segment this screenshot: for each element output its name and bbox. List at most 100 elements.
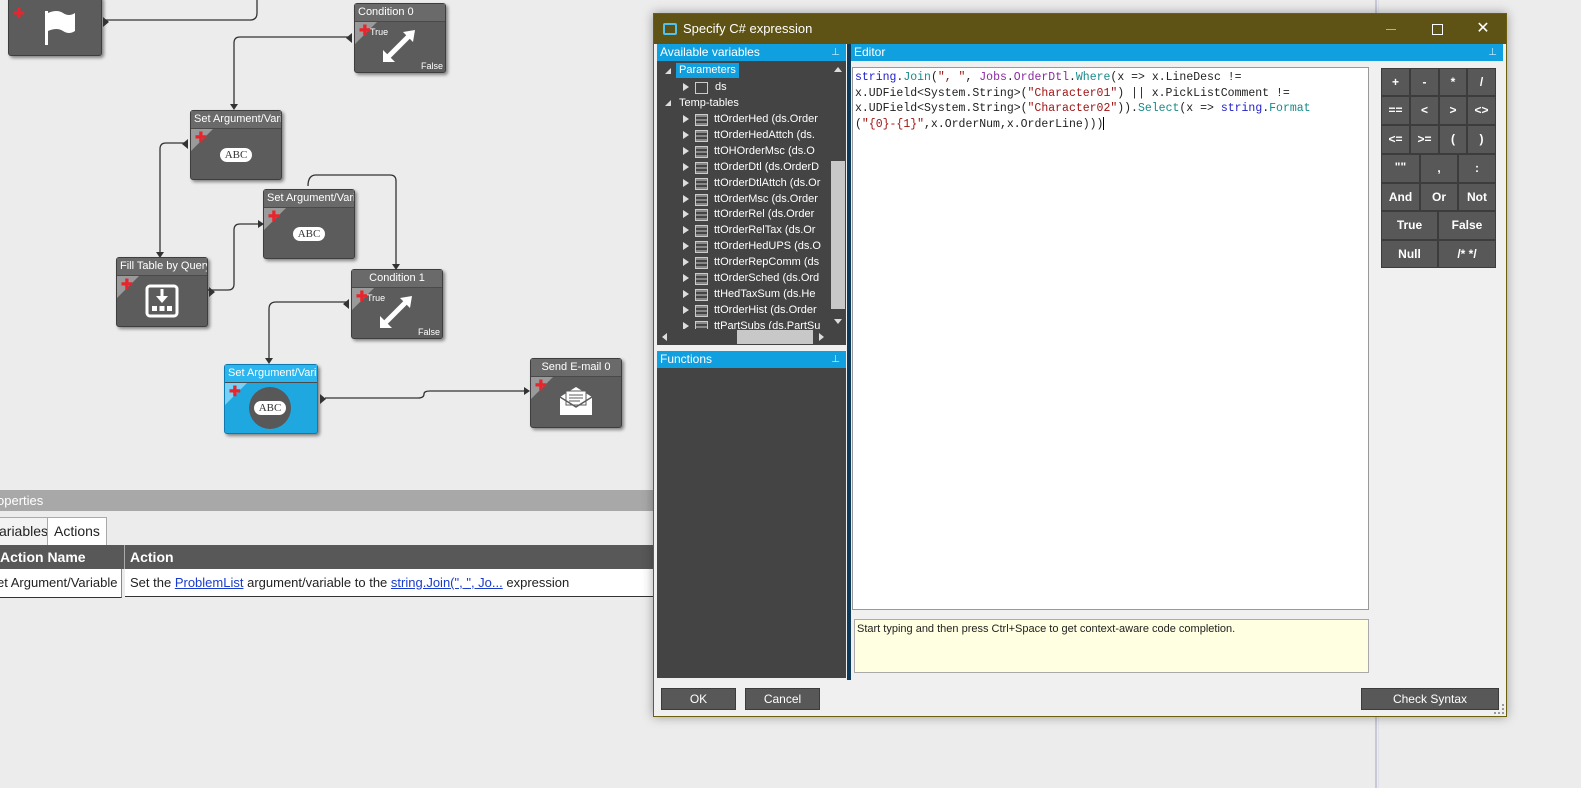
collapsed-icon[interactable] (683, 162, 689, 171)
workflow-node-set-argument-selected[interactable]: Set Argument/Vari ✚ ABC (224, 364, 326, 434)
false-button[interactable]: False (1438, 211, 1496, 240)
less-than-button[interactable]: < (1410, 96, 1439, 125)
add-icon[interactable]: ✚ (356, 289, 368, 303)
tree-node-temp-tables[interactable]: Temp-tables (657, 95, 837, 111)
workflow-node-fill-table-by-query[interactable]: Fill Table by Query ✚ (116, 257, 215, 327)
tree-node-temp-table[interactable]: ttOrderRepComm (ds (657, 254, 830, 270)
quotes-button[interactable]: "" (1381, 154, 1420, 183)
colon-button[interactable]: : (1458, 154, 1496, 183)
dialog-titlebar[interactable]: Specify C# expression ✕ (654, 14, 1506, 44)
collapsed-icon[interactable] (683, 210, 689, 219)
close-button[interactable]: ✕ (1460, 14, 1506, 44)
add-icon[interactable]: ✚ (229, 384, 241, 398)
action-name-cell[interactable]: et Argument/Variable 1 (0, 569, 122, 598)
not-equal-button[interactable]: <> (1467, 96, 1496, 125)
scrollbar-thumb[interactable] (737, 330, 813, 344)
collapsed-icon[interactable] (683, 258, 689, 267)
tree-node-ds[interactable]: ds (657, 79, 837, 95)
column-header-action-name[interactable]: Action Name (0, 545, 125, 569)
left-paren-button[interactable]: ( (1439, 125, 1467, 154)
cancel-button[interactable]: Cancel (745, 688, 820, 710)
collapsed-icon[interactable] (683, 178, 689, 187)
minus-button[interactable]: - (1410, 68, 1439, 96)
tree-node-temp-table[interactable]: ttOrderHist (ds.Order (657, 302, 830, 318)
collapsed-icon[interactable] (683, 289, 689, 298)
horizontal-scrollbar[interactable] (657, 329, 830, 345)
workflow-node-set-argument-a[interactable]: Set Argument/Vari ✚ ABC (182, 110, 282, 180)
tree-node-temp-table[interactable]: ttOrderRel (ds.Order (657, 206, 830, 222)
scroll-up-icon[interactable] (834, 67, 842, 72)
pin-icon[interactable]: ⊥ (1488, 44, 1497, 61)
true-button[interactable]: True (1381, 211, 1438, 240)
divide-button[interactable]: / (1467, 68, 1496, 96)
tree-node-temp-table[interactable]: ttOrderDtlAttch (ds.Or (657, 175, 830, 191)
maximize-button[interactable] (1414, 14, 1460, 44)
variables-tree[interactable]: Parameters ds Temp-tables ttOrderHed (ds… (657, 61, 846, 345)
vertical-scrollbar[interactable] (830, 61, 846, 329)
multiply-button[interactable]: * (1439, 68, 1467, 96)
workflow-node-start[interactable]: ✚ (8, 0, 109, 56)
workflow-node-condition-0[interactable]: Condition 0 ✚ True False (346, 3, 446, 73)
right-paren-button[interactable]: ) (1467, 125, 1496, 154)
tree-node-temp-table[interactable]: ttOHOrderMsc (ds.O (657, 143, 830, 159)
comma-button[interactable]: , (1420, 154, 1458, 183)
input-port[interactable] (343, 299, 349, 309)
add-icon[interactable]: ✚ (268, 209, 280, 223)
tree-node-temp-table[interactable]: ttOrderMsc (ds.Order (657, 191, 830, 207)
add-icon[interactable]: ✚ (13, 6, 25, 20)
collapsed-icon[interactable] (683, 274, 689, 282)
collapsed-icon[interactable] (683, 194, 689, 203)
collapsed-icon[interactable] (683, 226, 689, 235)
add-icon[interactable]: ✚ (359, 23, 371, 37)
action-description-cell[interactable]: Set the ProblemList argument/variable to… (125, 569, 655, 597)
add-icon[interactable]: ✚ (195, 130, 207, 144)
collapsed-icon[interactable] (683, 242, 689, 251)
scroll-down-icon[interactable] (834, 319, 842, 324)
and-button[interactable]: And (1381, 183, 1420, 211)
tree-node-temp-table[interactable]: ttOrderHed (ds.Order (657, 111, 830, 127)
input-port[interactable] (182, 139, 188, 149)
output-port[interactable] (209, 287, 215, 297)
resize-grip-icon[interactable] (1494, 704, 1504, 714)
comment-button[interactable]: /* */ (1438, 240, 1496, 268)
collapsed-icon[interactable] (683, 83, 689, 91)
tree-node-parameters[interactable]: Parameters (657, 63, 837, 79)
expanded-icon[interactable] (665, 68, 671, 74)
collapsed-icon[interactable] (683, 115, 689, 123)
expression-link[interactable]: string.Join(", ", Jo... (391, 575, 503, 590)
null-button[interactable]: Null (1381, 240, 1438, 268)
tree-node-temp-table[interactable]: ttOrderRelTax (ds.Or (657, 222, 830, 238)
tree-node-temp-table[interactable]: ttOrderHedAttch (ds. (657, 127, 830, 143)
tree-node-temp-table[interactable]: ttOrderDtl (ds.OrderD (657, 159, 830, 175)
ok-button[interactable]: OK (661, 688, 736, 710)
tab-actions[interactable]: Actions (47, 517, 107, 545)
scrollbar-thumb[interactable] (831, 161, 845, 309)
check-syntax-button[interactable]: Check Syntax (1361, 688, 1499, 710)
workflow-node-condition-1[interactable]: Condition 1 ✚ True False (343, 269, 443, 339)
collapsed-icon[interactable] (683, 305, 689, 314)
output-port[interactable] (320, 394, 326, 404)
collapsed-icon[interactable] (683, 130, 689, 139)
or-button[interactable]: Or (1420, 183, 1458, 211)
expanded-icon[interactable] (665, 100, 671, 106)
functions-list[interactable] (657, 368, 846, 678)
not-button[interactable]: Not (1458, 183, 1496, 211)
scroll-left-icon[interactable] (662, 333, 667, 341)
scroll-right-icon[interactable] (819, 333, 824, 341)
pin-icon[interactable]: ⊥ (831, 44, 840, 61)
workflow-node-set-argument-b[interactable]: Set Argument/Vari ✚ ABC (263, 189, 355, 259)
greater-equal-button[interactable]: >= (1410, 125, 1439, 154)
tree-node-temp-table[interactable]: ttOrderHedUPS (ds.O (657, 238, 830, 254)
code-editor[interactable]: string.Join(", ", Jobs.OrderDtl.Where(x … (852, 67, 1369, 610)
workflow-canvas[interactable]: ✚ Condition 0 ✚ True False Set Argument/… (0, 0, 655, 488)
tree-node-temp-table[interactable]: ttHedTaxSum (ds.He (657, 286, 830, 302)
workflow-node-send-email-0[interactable]: Send E-mail 0 ✚ (530, 358, 622, 428)
less-equal-button[interactable]: <= (1381, 125, 1410, 154)
equals-button[interactable]: == (1381, 96, 1410, 125)
greater-than-button[interactable]: > (1439, 96, 1467, 125)
output-port[interactable] (103, 17, 109, 27)
column-header-action[interactable]: Action (125, 545, 655, 569)
add-icon[interactable]: ✚ (535, 378, 547, 392)
problemlist-link[interactable]: ProblemList (175, 575, 244, 590)
input-port[interactable] (346, 33, 352, 43)
